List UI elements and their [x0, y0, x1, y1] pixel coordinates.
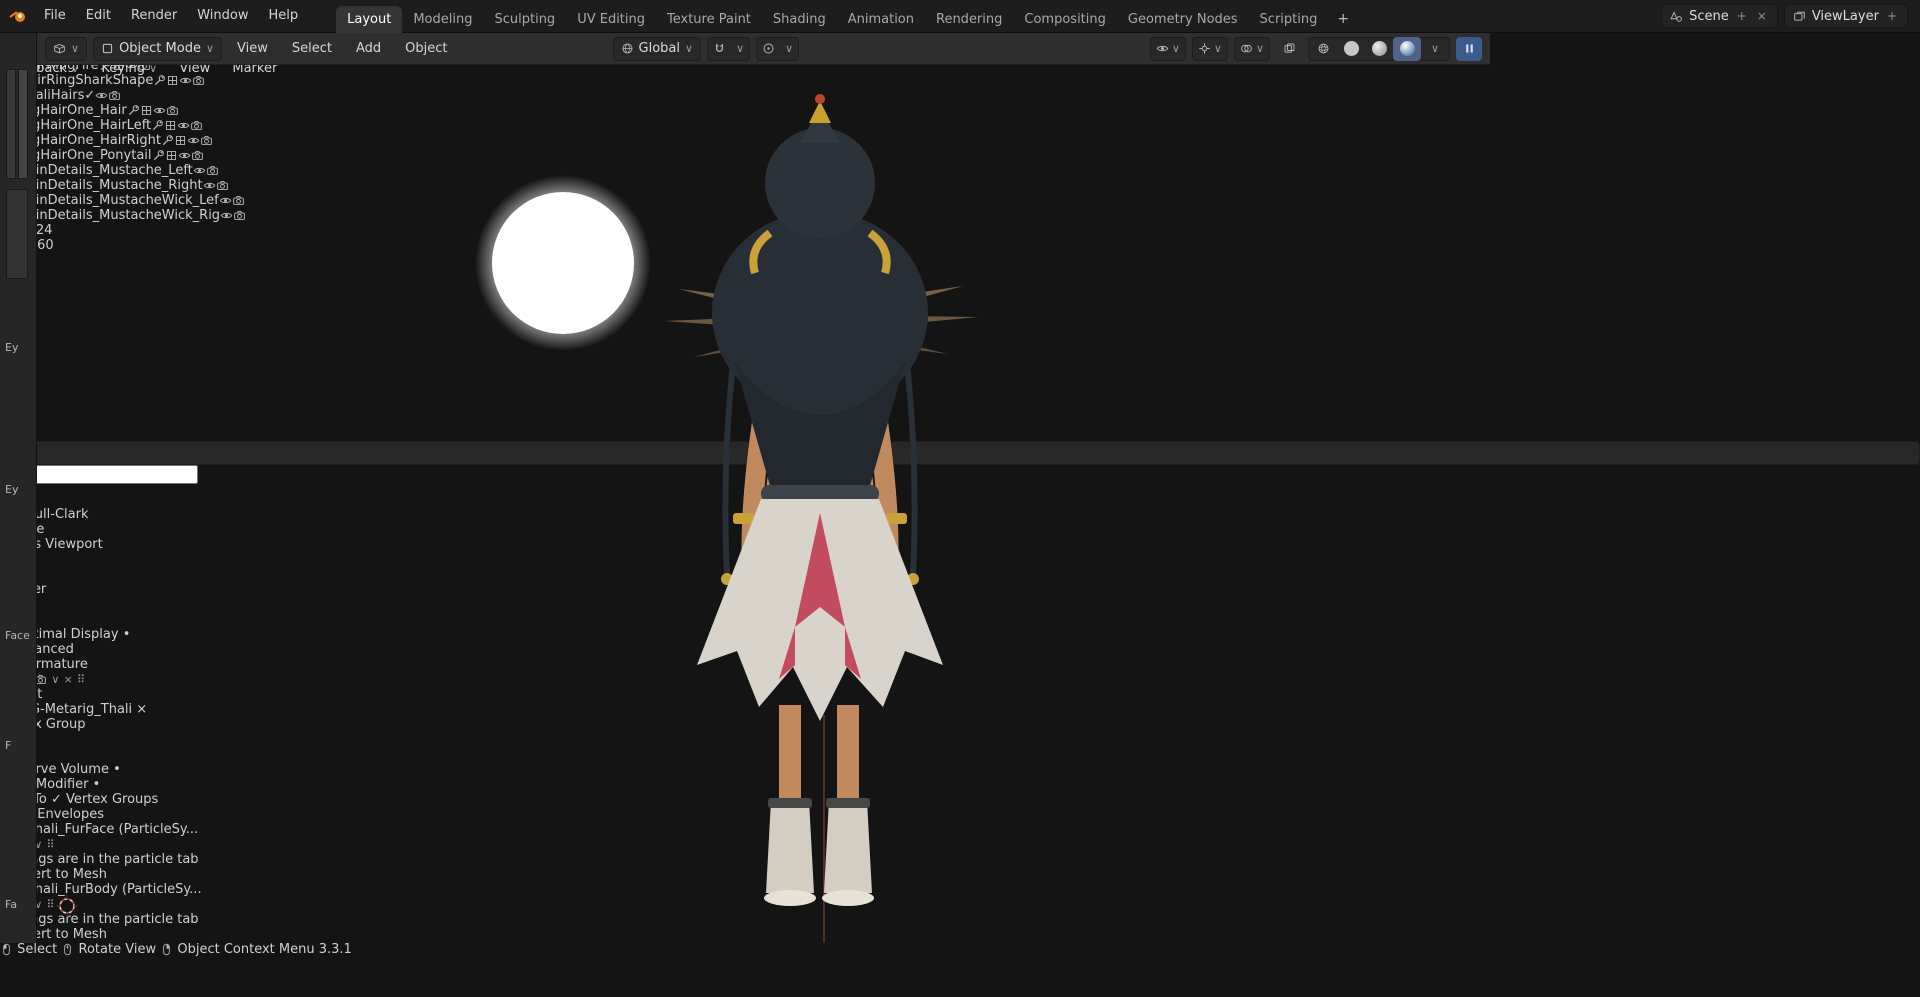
strip-thumbnail — [6, 69, 16, 179]
tab-shading[interactable]: Shading — [762, 6, 837, 33]
tab-uv-editing[interactable]: UV Editing — [566, 6, 656, 33]
shading-rendered-button[interactable] — [1393, 36, 1421, 61]
menu-object[interactable]: Object — [396, 37, 456, 61]
scene-icon — [1670, 10, 1683, 23]
viewport-header-right: ∨ ∨ ∨ ∨ — [1149, 36, 1482, 61]
topbar-right: Scene + × ViewLayer + — [1661, 4, 1912, 28]
tab-sculpting[interactable]: Sculpting — [483, 6, 566, 33]
scene-name: Scene — [1689, 8, 1729, 24]
viewport-editor-icon — [53, 42, 66, 55]
viewport-header: ∨ Object Mode ∨ View Select Add Object G… — [37, 33, 1490, 65]
shading-solid-button[interactable] — [1337, 37, 1365, 61]
workspace-tabs: Layout Modeling Sculpting UV Editing Tex… — [336, 0, 1358, 33]
xray-toggle[interactable] — [1276, 37, 1302, 61]
sun-light — [492, 192, 634, 334]
globe-icon — [621, 42, 634, 55]
new-view-layer-button[interactable]: + — [1885, 9, 1899, 23]
gizmo-icon — [1198, 42, 1211, 55]
rendered-sphere-icon — [1399, 41, 1415, 56]
add-workspace-button[interactable]: + — [1328, 6, 1358, 33]
menu-edit[interactable]: Edit — [76, 4, 121, 28]
snap-controls: ∨ — [707, 36, 751, 61]
chevron-down-icon: ∨ — [205, 42, 215, 55]
chevron-down-icon: ∨ — [1430, 42, 1440, 55]
snap-settings-dropdown[interactable]: ∨ — [731, 38, 749, 60]
shading-wireframe-button[interactable] — [1309, 37, 1337, 61]
proportional-edit-controls: ∨ — [756, 36, 800, 61]
object-visibility-dropdown[interactable]: ∨ — [1149, 36, 1186, 61]
editor-type-selector[interactable]: ∨ — [45, 36, 88, 61]
chevron-down-icon: ∨ — [1171, 42, 1180, 55]
scene-selector[interactable]: Scene + × — [1661, 4, 1778, 28]
tab-layout[interactable]: Layout — [336, 5, 403, 33]
chevron-down-icon: ∨ — [1213, 42, 1222, 55]
shading-mode-group: ∨ — [1308, 36, 1450, 61]
menu-render[interactable]: Render — [121, 4, 187, 28]
overlays-dropdown[interactable]: ∨ — [1233, 36, 1270, 61]
tab-animation[interactable]: Animation — [837, 6, 925, 33]
blender-logo — [9, 11, 25, 22]
tab-texture-paint[interactable]: Texture Paint — [656, 6, 762, 33]
proportional-circle-icon — [762, 42, 775, 55]
chevron-down-icon: ∨ — [736, 42, 745, 55]
strip-truncated-label: Face — [5, 629, 30, 642]
viewport-canvas[interactable]: User Perspective (24) Collection | Thali… — [37, 65, 1490, 943]
menu-add[interactable]: Add — [347, 37, 390, 61]
tab-compositing[interactable]: Compositing — [1013, 6, 1117, 33]
view-layer-name: ViewLayer — [1811, 8, 1879, 24]
object-mode-icon — [101, 42, 114, 55]
strip-truncated-label: Ey — [5, 483, 19, 496]
magnet-icon — [713, 42, 726, 55]
chevron-down-icon: ∨ — [785, 42, 794, 55]
shading-material-button[interactable] — [1365, 37, 1393, 61]
left-editors: Ey Ey Face F Fa ∨ Object Mode ∨ View Sel… — [0, 33, 1490, 977]
eye-icon — [1156, 42, 1169, 55]
tab-geometry-nodes[interactable]: Geometry Nodes — [1117, 6, 1249, 33]
menu-select[interactable]: Select — [283, 37, 341, 61]
strip-thumbnail — [6, 189, 28, 279]
menu-view[interactable]: View — [228, 37, 277, 61]
pause-icon — [1463, 42, 1476, 55]
orientation-label: Global — [638, 41, 680, 56]
xray-icon — [1283, 42, 1296, 55]
gizmos-dropdown[interactable]: ∨ — [1191, 36, 1228, 61]
solid-sphere-icon — [1343, 41, 1359, 56]
menu-file[interactable]: File — [34, 4, 76, 28]
strip-truncated-label: Fa — [5, 898, 18, 911]
new-scene-button[interactable]: + — [1735, 9, 1749, 23]
topbar: File Edit Render Window Help Layout Mode… — [0, 0, 1920, 33]
transform-orientation-dropdown[interactable]: Global ∨ — [612, 36, 702, 61]
strip-thumbnail — [18, 69, 28, 179]
tab-modeling[interactable]: Modeling — [402, 6, 483, 33]
wireframe-sphere-icon — [1317, 42, 1330, 55]
proportional-edit-toggle[interactable] — [757, 38, 780, 60]
overlays-icon — [1240, 42, 1253, 55]
chevron-down-icon: ∨ — [685, 42, 694, 55]
pause-render-button[interactable] — [1456, 36, 1482, 61]
3d-cursor — [56, 895, 78, 917]
view-layer-selector[interactable]: ViewLayer + — [1783, 4, 1908, 28]
shading-options-dropdown[interactable]: ∨ — [1421, 37, 1449, 61]
collapsed-side-editor[interactable]: Ey Ey Face F Fa — [0, 33, 37, 943]
tab-scripting[interactable]: Scripting — [1249, 6, 1329, 33]
strip-truncated-label: Ey — [5, 341, 19, 354]
proportional-falloff-dropdown[interactable]: ∨ — [780, 38, 798, 60]
chevron-down-icon: ∨ — [71, 42, 80, 55]
view-layer-icon — [1793, 10, 1806, 23]
unlink-scene-button[interactable]: × — [1755, 9, 1769, 23]
mode-dropdown[interactable]: Object Mode ∨ — [93, 36, 223, 61]
blender-window: File Edit Render Window Help Layout Mode… — [0, 0, 1920, 997]
viewport-editor: ∨ Object Mode ∨ View Select Add Object G… — [37, 33, 1490, 943]
chevron-down-icon: ∨ — [1255, 42, 1264, 55]
rendered-scene — [56, 94, 978, 943]
material-sphere-icon — [1371, 41, 1387, 56]
tab-rendering[interactable]: Rendering — [925, 6, 1013, 33]
mode-label: Object Mode — [119, 41, 201, 56]
snap-toggle[interactable] — [708, 38, 731, 60]
menu-help[interactable]: Help — [259, 4, 309, 28]
menu-window[interactable]: Window — [187, 4, 258, 28]
strip-truncated-label: F — [5, 739, 12, 752]
character-thali — [664, 94, 978, 906]
